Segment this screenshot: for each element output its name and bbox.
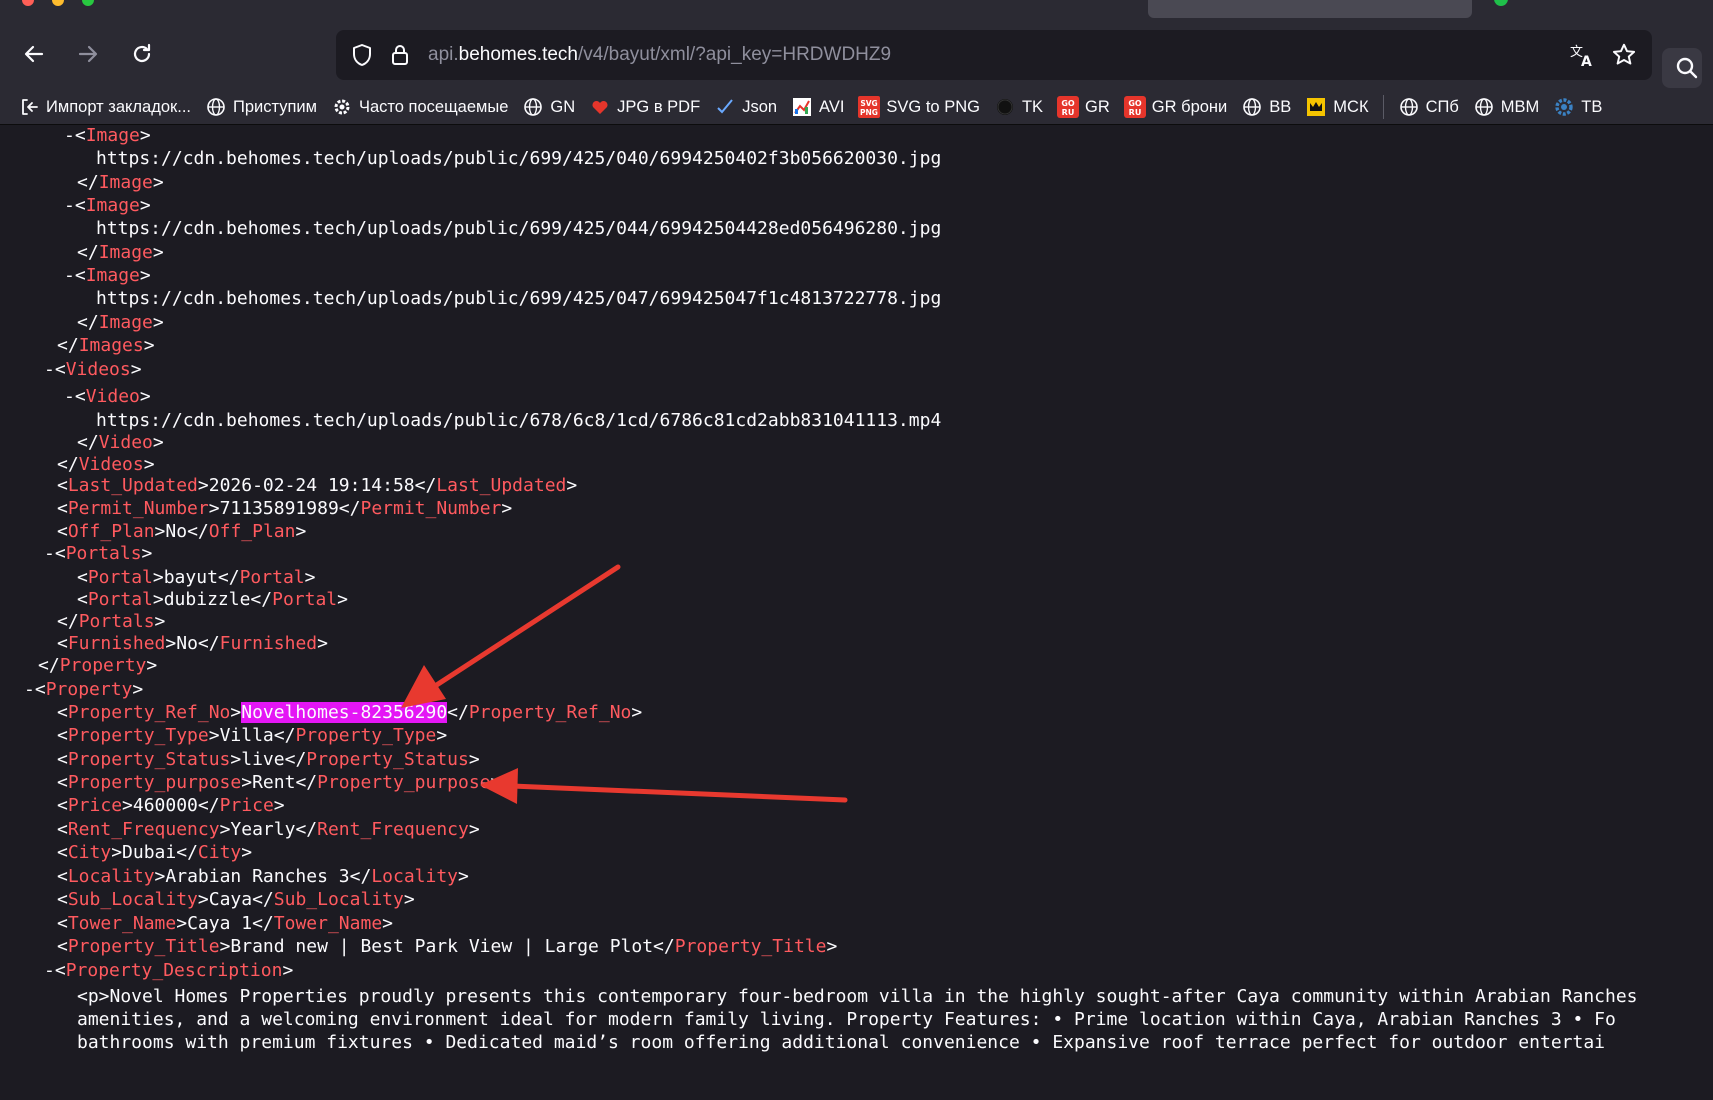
annotation-arrow-1 [401, 564, 621, 708]
annotation-arrow-2 [480, 768, 848, 804]
annotation-arrows [401, 564, 848, 804]
